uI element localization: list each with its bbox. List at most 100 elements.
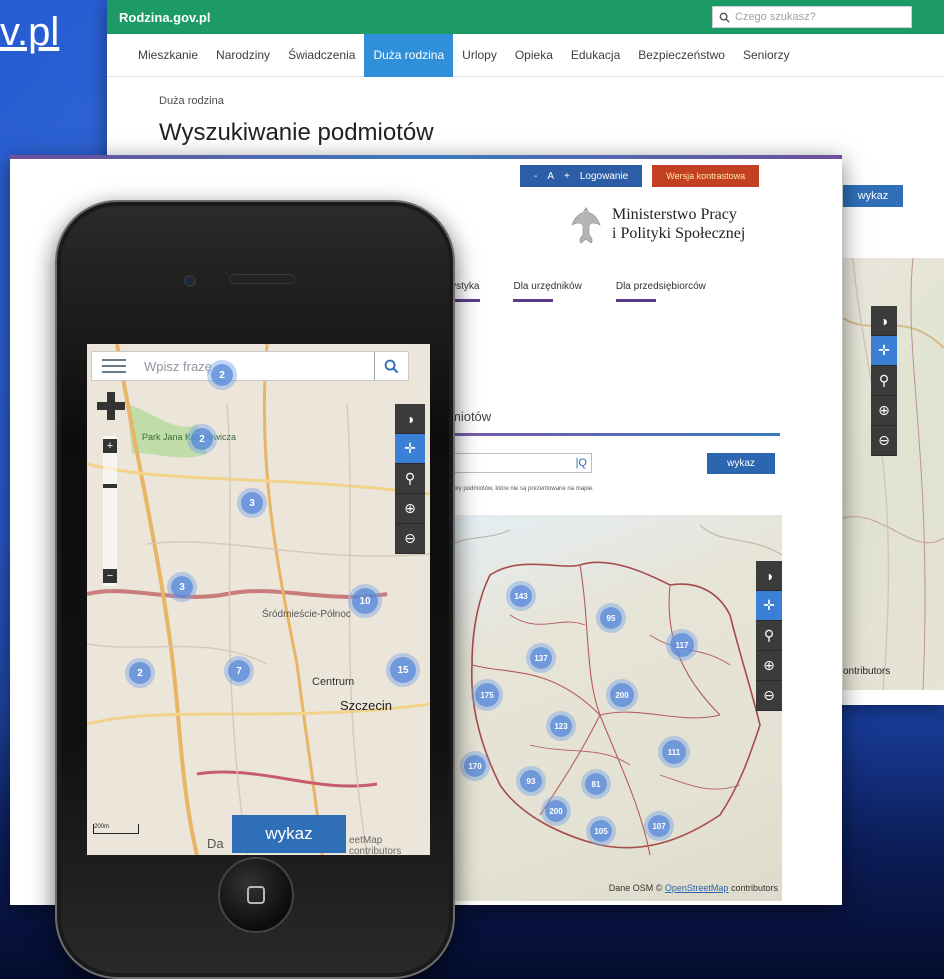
search-icon[interactable]: ⚲ [756, 621, 782, 651]
move-icon[interactable]: ✛ [871, 336, 897, 366]
zoom-out-icon[interactable]: ⊖ [756, 681, 782, 711]
search-icon[interactable]: ⚲ [871, 366, 897, 396]
cluster-marker[interactable]: 200 [610, 683, 634, 707]
map-scale-bar: 200m [93, 824, 139, 834]
phone-screen: Wpisz frazę + − Park Jana Kasprowicza Śr… [87, 344, 430, 855]
ministerstwo-utility-bar: - A + Logowanie Wersja kontrastowa [520, 165, 760, 187]
cluster-marker[interactable]: 170 [464, 755, 486, 777]
map-label-fragment: Da [207, 836, 224, 851]
font-decrease[interactable]: - [534, 171, 537, 182]
home-square-icon [247, 886, 265, 904]
nav-item[interactable]: Urlopy [453, 34, 506, 77]
cluster-marker[interactable]: 2 [191, 428, 213, 450]
search-icon[interactable]: |Q [576, 457, 587, 469]
cluster-marker[interactable]: 123 [550, 715, 572, 737]
nav-item[interactable]: Mieszkanie [129, 34, 207, 77]
ministerstwo-map-toolbar: ◑ ✛ ⚲ ⊕ ⊖ [756, 561, 782, 711]
phone-map-credit: eetMap contributors [349, 835, 402, 855]
cluster-marker[interactable]: 3 [241, 492, 263, 514]
nav-item[interactable]: Edukacja [562, 34, 629, 77]
ministerstwo-wykaz-button[interactable]: wykaz [707, 453, 775, 474]
background-link[interactable]: v.pl [0, 10, 59, 55]
cluster-marker[interactable]: 7 [228, 660, 250, 682]
rodzina-map-fragment[interactable]: ◑ ✛ ⚲ ⊕ ⊖ ontributors [843, 258, 944, 690]
cluster-marker[interactable]: 3 [171, 576, 193, 598]
zoom-out-icon[interactable]: − [103, 569, 117, 583]
map-credit-suffix: contributors [730, 883, 778, 893]
cluster-marker[interactable]: 175 [475, 683, 499, 707]
zoom-in-icon[interactable]: + [103, 439, 117, 453]
cluster-marker[interactable]: 200 [545, 800, 567, 822]
login-link[interactable]: Logowanie [580, 171, 628, 182]
zoom-in-icon[interactable]: ⊕ [871, 396, 897, 426]
rodzina-map-toolbar: ◑ ✛ ⚲ ⊕ ⊖ [871, 306, 897, 456]
move-icon[interactable]: ✛ [756, 591, 782, 621]
rodzina-search-input[interactable]: Czego szukasz? [712, 6, 912, 28]
section-divider [450, 433, 780, 436]
move-icon[interactable]: ✛ [395, 434, 425, 464]
cluster-marker[interactable]: 105 [590, 820, 612, 842]
nav-item[interactable]: Świadczenia [279, 34, 364, 77]
cluster-marker[interactable]: 10 [352, 588, 378, 614]
map-label-szczecin: Szczecin [340, 698, 393, 713]
zoom-in-icon[interactable]: ⊕ [395, 494, 425, 524]
openstreetmap-link[interactable]: OpenStreetMap [665, 883, 729, 893]
rodzina-logo[interactable]: Rodzina.gov.pl [119, 10, 210, 25]
camera-icon [184, 275, 196, 287]
hamburger-menu-icon[interactable] [102, 359, 126, 373]
map-label-park: Park Jana Kasprowicza [142, 432, 237, 442]
rodzina-main-nav: Mieszkanie Narodziny Świadczenia Duża rodzi… [107, 33, 944, 77]
globe-icon[interactable]: ◑ [756, 561, 782, 591]
phone-wykaz-button[interactable]: wykaz [232, 815, 346, 853]
city-map [87, 344, 430, 855]
zoom-out-icon[interactable]: ⊖ [395, 524, 425, 554]
cluster-marker[interactable]: 111 [662, 740, 686, 764]
phone-search-bar[interactable]: Wpisz frazę [91, 351, 409, 381]
search-icon[interactable]: ⚲ [395, 464, 425, 494]
nav-item[interactable]: Bezpieczeństwo [629, 34, 734, 77]
ministerstwo-search-input[interactable]: |Q [450, 453, 592, 473]
zoom-slider-handle[interactable] [103, 484, 117, 488]
home-button[interactable] [218, 857, 294, 933]
ministerstwo-name: Ministerstwo Pracy i Polityki Społecznej [612, 205, 745, 243]
nav-item[interactable]: Duża rodzina [364, 33, 454, 77]
zoom-slider[interactable] [103, 436, 117, 586]
cluster-marker[interactable]: 107 [648, 815, 670, 837]
font-size-controls[interactable]: - A + Logowanie [520, 165, 643, 187]
nav-item[interactable]: Opieka [506, 34, 562, 77]
map-credit-prefix: Dane OSM © [608, 883, 663, 893]
font-increase[interactable]: + [564, 171, 570, 182]
ministerstwo-logo[interactable]: Ministerstwo Pracy i Polityki Społecznej [570, 203, 745, 245]
cluster-marker[interactable]: 137 [530, 647, 552, 669]
breadcrumb[interactable]: Duża rodzina [159, 95, 944, 107]
zoom-in-icon[interactable]: ⊕ [756, 651, 782, 681]
page-title: Wyszukiwanie podmiotów [159, 119, 434, 146]
search-icon[interactable] [374, 352, 408, 380]
contrast-version-button[interactable]: Wersja kontrastowa [652, 165, 760, 187]
cluster-marker[interactable]: 2 [129, 662, 151, 684]
cluster-marker[interactable]: 81 [585, 773, 607, 795]
eagle-emblem-icon [571, 207, 601, 244]
cluster-marker[interactable]: 2 [211, 364, 233, 386]
poland-map[interactable]: 143 95 117 137 175 200 123 111 170 93 81 200 105 107 … [450, 515, 782, 901]
cluster-marker[interactable]: 15 [390, 657, 416, 683]
speaker-grille [229, 274, 295, 284]
rodzina-search-placeholder: Czego szukasz? [735, 11, 816, 23]
rodzina-wykaz-button[interactable]: wykaz [843, 185, 903, 207]
tab-dla-przedsiebiorcow[interactable]: Dla przedsiębiorców [615, 281, 706, 302]
cluster-marker[interactable]: 95 [600, 607, 622, 629]
nav-item[interactable]: Narodziny [207, 34, 279, 77]
ministerstwo-tabs: tatystyka Dla urzędników Dla przedsiębio… [440, 281, 706, 302]
globe-icon[interactable]: ◑ [395, 404, 425, 434]
tab-dla-urzednikow[interactable]: Dla urzędników [513, 281, 582, 302]
pan-control-icon[interactable] [97, 392, 125, 420]
section-title: miotów [450, 409, 492, 424]
zoom-out-icon[interactable]: ⊖ [871, 426, 897, 456]
globe-icon[interactable]: ◑ [871, 306, 897, 336]
cluster-marker[interactable]: 143 [510, 585, 532, 607]
font-default[interactable]: A [547, 171, 554, 182]
cluster-marker[interactable]: 117 [670, 633, 694, 657]
phone-search-placeholder: Wpisz frazę [144, 358, 212, 374]
nav-item[interactable]: Seniorzy [734, 34, 799, 77]
cluster-marker[interactable]: 93 [520, 770, 542, 792]
